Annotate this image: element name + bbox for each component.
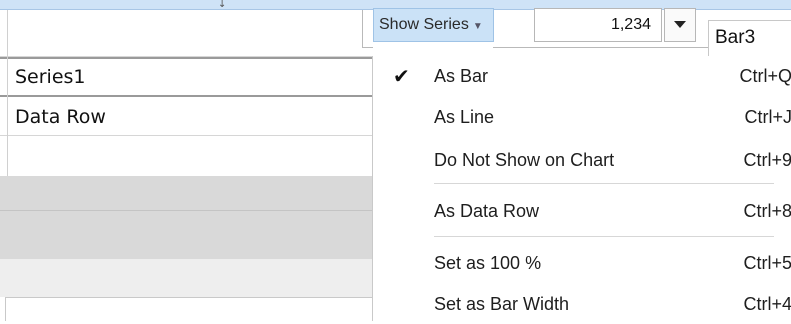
show-series-button[interactable]: Show Series ▼ xyxy=(373,8,494,42)
menu-item-as-bar[interactable]: ✔ As Bar Ctrl+Q xyxy=(373,56,791,96)
menu-item-label: As Line xyxy=(434,107,495,127)
menu-item-do-not-show[interactable]: Do Not Show on Chart Ctrl+9 xyxy=(373,140,791,180)
light-band xyxy=(0,259,372,297)
menu-item-as-line[interactable]: As Line Ctrl+J xyxy=(373,97,791,137)
dropdown-button[interactable] xyxy=(664,8,696,42)
menu-separator xyxy=(434,183,774,184)
menu-item-shortcut: Ctrl+Q xyxy=(739,66,791,86)
table-row-data-row[interactable]: Data Row xyxy=(0,97,372,135)
menu-item-label: Set as 100 % xyxy=(434,253,542,273)
menu-item-as-data-row[interactable]: As Data Row Ctrl+8 xyxy=(373,191,791,231)
menu-item-label: Set as Bar Width xyxy=(434,294,570,314)
gray-band xyxy=(0,211,372,259)
menu-item-set-bar-width[interactable]: Set as Bar Width Ctrl+4 xyxy=(373,284,791,324)
show-series-menu: ✔ As Bar Ctrl+Q As Line Ctrl+J Do Not Sh… xyxy=(372,56,791,321)
dropdown-arrow-icon xyxy=(674,21,686,28)
row-label-series1: Series1 xyxy=(15,66,86,88)
menu-item-label: As Bar xyxy=(434,66,489,86)
series-toolbar: Show Series ▼ 1,234 Bar3 xyxy=(362,0,791,56)
menu-item-shortcut: Ctrl+9 xyxy=(743,150,791,170)
column-header-bar3[interactable]: Bar3 xyxy=(708,20,791,56)
show-series-label: Show Series xyxy=(379,16,469,33)
menu-item-label: Do Not Show on Chart xyxy=(434,150,615,170)
table-row-series1[interactable]: Series1 xyxy=(0,59,372,95)
menu-item-shortcut: Ctrl+5 xyxy=(743,253,791,273)
gray-band xyxy=(0,176,372,210)
menu-item-label: As Data Row xyxy=(434,201,540,221)
menu-item-shortcut: Ctrl+J xyxy=(744,107,791,127)
menu-item-set-100[interactable]: Set as 100 % Ctrl+5 xyxy=(373,243,791,283)
chevron-down-icon: ▼ xyxy=(472,20,483,32)
table-row-empty[interactable] xyxy=(0,136,372,176)
menu-separator xyxy=(434,236,774,237)
toolbar-left-border xyxy=(362,10,363,48)
menu-item-shortcut: Ctrl+8 xyxy=(743,201,791,221)
toolbar-bottom-border xyxy=(362,47,373,48)
column-header-marker: ↓ xyxy=(218,0,227,10)
menu-item-shortcut: Ctrl+4 xyxy=(743,294,791,314)
column-divider xyxy=(7,10,8,176)
toolbar-bottom-border xyxy=(493,47,709,48)
row-label-data-row: Data Row xyxy=(15,106,106,128)
value-input[interactable]: 1,234 xyxy=(534,8,662,42)
input-area[interactable] xyxy=(5,297,372,321)
check-icon: ✔ xyxy=(393,64,410,88)
